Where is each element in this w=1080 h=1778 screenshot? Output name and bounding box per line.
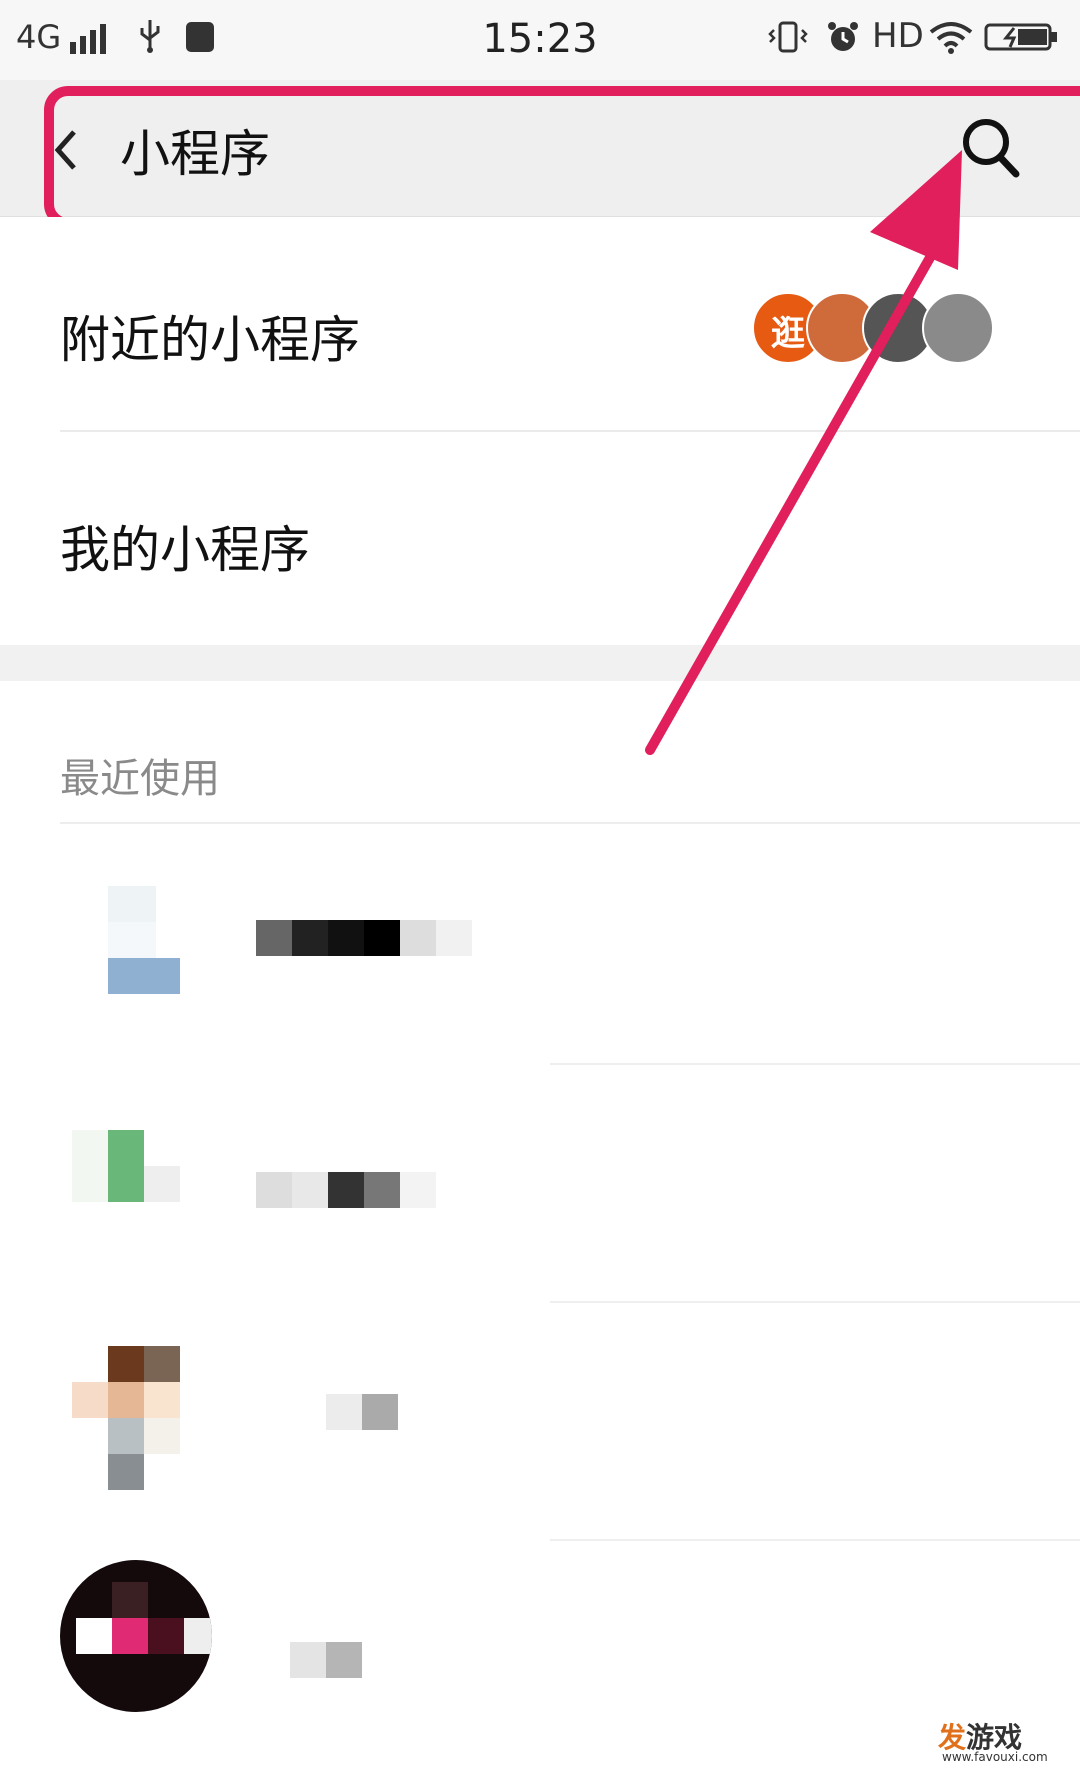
avatar [60,1560,212,1712]
item-name-redacted [256,920,476,956]
list-item[interactable] [0,826,1080,1064]
list-item[interactable] [0,1064,1080,1302]
nearby-mini-programs-label: 附近的小程序 [60,311,360,369]
divider [60,822,1080,824]
status-bar: 4G 15:23 HD [0,0,1080,80]
battery-charging-icon [984,23,1057,51]
avatar [72,1346,216,1494]
avatar [72,1130,192,1250]
vibrate-icon [768,21,808,53]
annotation-highlight-box [44,86,1080,228]
section-gap [0,645,1080,681]
recent-used-header: 最近使用 [60,756,220,802]
avatar [72,886,192,1006]
alarm-icon [828,22,858,51]
list-item[interactable] [0,1302,1080,1540]
item-name-redacted [326,1394,436,1430]
list-item[interactable] [0,1540,1080,1778]
hd-indicator: HD [872,16,924,56]
my-mini-programs-label: 我的小程序 [60,521,310,579]
watermark-url: www.favouxi.com [942,1750,1048,1764]
watermark: 发游戏 www.favouxi.com [930,1716,1080,1772]
nearby-avatar [922,292,994,364]
item-name-redacted [290,1642,370,1678]
wifi-icon [929,22,973,54]
item-name-redacted [256,1172,436,1208]
